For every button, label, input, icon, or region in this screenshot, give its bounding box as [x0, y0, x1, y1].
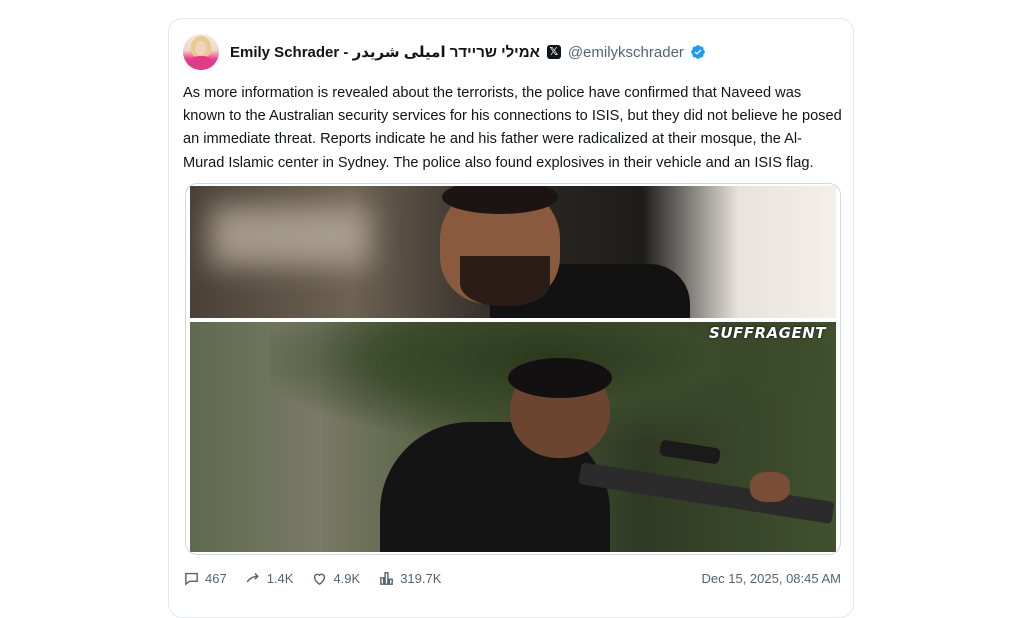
views-button[interactable]: 319.7K: [378, 570, 441, 587]
tweet-header: Emily Schrader - אמילי שריידר اميلى شريد…: [183, 33, 706, 71]
author-name[interactable]: Emily Schrader - אמילי שריידר اميلى شريد…: [230, 43, 540, 61]
views-count: 319.7K: [400, 570, 442, 586]
tweet-text: As more information is revealed about th…: [183, 85, 842, 171]
avatar[interactable]: [183, 34, 219, 70]
media-watermark: SUFFRAGENT: [709, 324, 826, 342]
author-handle[interactable]: @emilykschrader: [568, 44, 684, 61]
tweet-media[interactable]: SUFFRAGENT: [185, 183, 841, 555]
like-button[interactable]: 4.9K: [311, 570, 360, 587]
views-icon: [380, 571, 394, 585]
retweet-button[interactable]: 1.4K: [245, 570, 294, 587]
tweet-timestamp[interactable]: Dec 15, 2025, 08:45 AM: [702, 571, 841, 586]
reply-icon: [185, 572, 198, 586]
x-logo-icon: 𝕏: [546, 45, 561, 59]
media-photo-bottom: SUFFRAGENT: [190, 322, 836, 552]
like-count: 4.9K: [333, 570, 361, 586]
tweet-card[interactable]: Emily Schrader - אמילי שריידר اميلى شريد…: [168, 18, 854, 618]
retweet-count: 1.4K: [266, 570, 294, 586]
verified-badge-icon: [691, 45, 705, 59]
reply-button[interactable]: 467: [183, 570, 227, 587]
tweet-footer: 467 1.4K 4.9K 319.7K Dec 15, 2025, 08:45…: [183, 569, 841, 587]
like-icon: [314, 573, 326, 585]
reply-count: 467: [205, 570, 227, 586]
retweet-icon: [246, 572, 259, 582]
media-photo-top: [190, 186, 836, 318]
